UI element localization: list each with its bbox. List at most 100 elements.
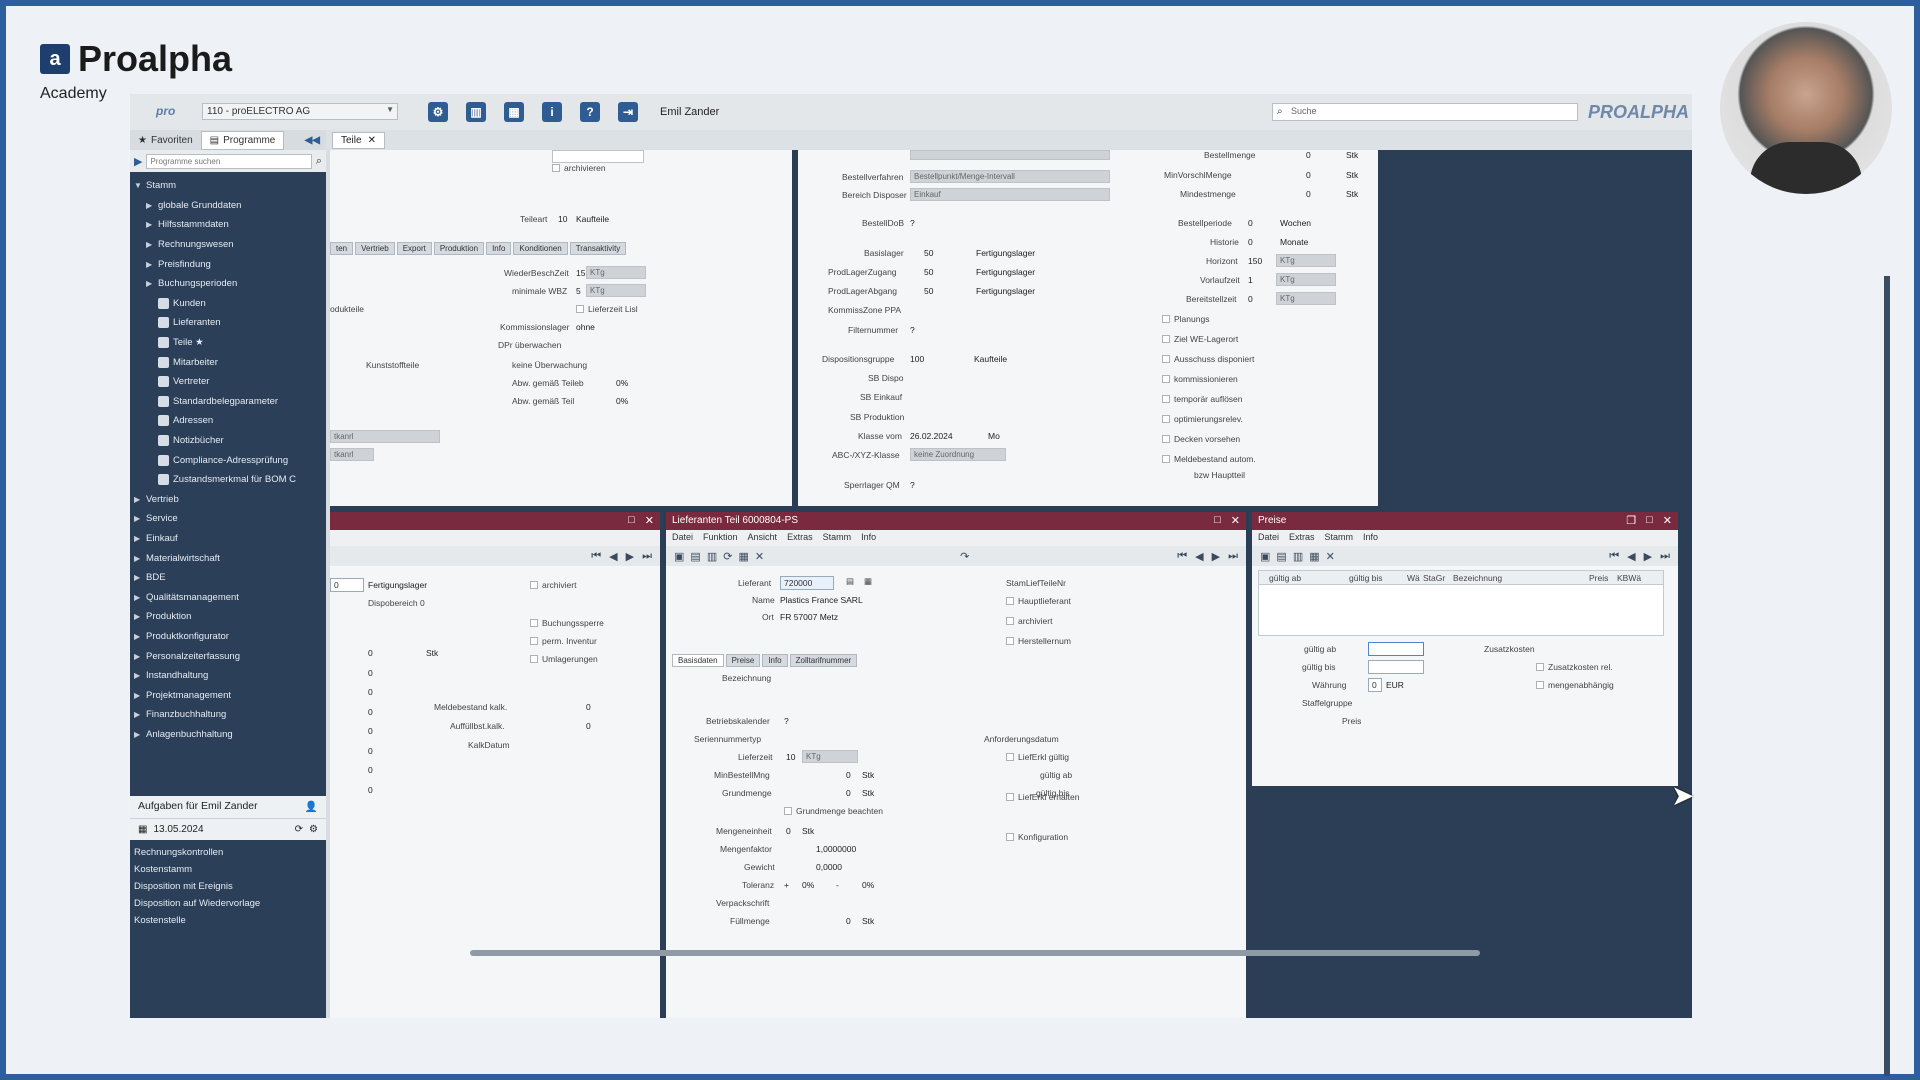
option-checkbox[interactable] <box>1006 833 1014 841</box>
sidebar-item[interactable]: Standardbelegparameter <box>130 392 326 412</box>
gueltig-bis-input[interactable] <box>1368 660 1424 674</box>
column-header[interactable]: Preis <box>1589 573 1608 583</box>
option-checkbox[interactable] <box>1162 455 1170 463</box>
subtab[interactable]: Transaktivity <box>569 242 627 255</box>
close-icon[interactable]: ✕ <box>645 514 654 527</box>
sidebar-item[interactable]: Kunden <box>130 294 326 314</box>
mengenabhaengig-checkbox[interactable] <box>1536 681 1544 689</box>
abw-teileb[interactable]: Abw. gemäß Teileb <box>512 378 584 388</box>
vertical-scrollbar[interactable] <box>1884 276 1890 1076</box>
archiviert-checkbox[interactable] <box>530 581 538 589</box>
exit-icon[interactable]: ⇥ <box>618 102 638 122</box>
option-checkbox[interactable] <box>1006 617 1014 625</box>
collapse-icon[interactable]: ◀◀ <box>305 135 320 146</box>
subtab[interactable]: Vertrieb <box>355 242 395 255</box>
option-checkbox[interactable] <box>1006 637 1014 645</box>
sidebar-item[interactable]: Mitarbeiter <box>130 352 326 372</box>
sidebar-item[interactable]: ▶ Instandhaltung <box>130 666 326 686</box>
subtab[interactable]: Produktion <box>433 242 485 255</box>
last-icon[interactable]: ⏭ <box>1660 550 1670 563</box>
sidebar-item[interactable]: ▶ Personalzeiterfassung <box>130 646 326 666</box>
lookup-icon[interactable]: ▤ <box>846 576 854 587</box>
menu-item[interactable]: Info <box>861 532 876 544</box>
prev-icon[interactable]: ◀ <box>1195 550 1203 563</box>
sidebar-item[interactable]: ▶ Rechnungswesen <box>130 235 326 255</box>
sidebar-item[interactable]: ▼ Stamm <box>130 176 326 196</box>
sidebar-item[interactable]: Zustandsmerkmal für BOM C <box>130 470 326 490</box>
buchungssperre-checkbox[interactable] <box>530 619 538 627</box>
prev-icon[interactable]: ◀ <box>609 550 617 563</box>
menu-item[interactable]: Ansicht <box>748 532 778 544</box>
sidebar-item[interactable]: ▶ Anlagenbuchhaltung <box>130 725 326 745</box>
grundmenge-checkbox[interactable] <box>784 807 792 815</box>
restore-icon[interactable]: ❐ <box>1626 514 1636 527</box>
program-search-input[interactable]: Programme suchen <box>146 153 312 169</box>
umlagerungen-checkbox[interactable] <box>530 655 538 663</box>
subtab[interactable]: Info <box>762 654 788 667</box>
task-item[interactable]: Disposition mit Ereignis <box>134 878 322 895</box>
next-icon[interactable]: ▶ <box>626 550 634 563</box>
column-header[interactable]: gültig bis <box>1349 573 1383 583</box>
sidebar-item[interactable]: ▶ Preisfindung <box>130 254 326 274</box>
sidebar-item[interactable]: ▶ globale Grunddaten <box>130 196 326 216</box>
sidebar-item[interactable]: ▶ Produktion <box>130 607 326 627</box>
tab-programme[interactable]: ▤ Programme <box>200 130 285 150</box>
next-icon[interactable]: ▶ <box>1644 550 1652 563</box>
option-checkbox[interactable] <box>1006 753 1014 761</box>
column-header[interactable]: KBWä <box>1617 573 1641 583</box>
sidebar-item[interactable]: Teile ★ <box>130 333 326 353</box>
column-header[interactable]: Wä <box>1407 573 1420 583</box>
save-icon[interactable]: ▥ <box>707 550 717 563</box>
gueltig-ab-input[interactable] <box>1368 642 1424 656</box>
help-icon[interactable]: ? <box>580 102 600 122</box>
play-icon[interactable]: ▶ <box>134 155 142 168</box>
keine-ueberwachung[interactable]: keine Überwachung <box>512 360 587 370</box>
column-header[interactable]: Bezeichnung <box>1453 573 1502 583</box>
sidebar-item[interactable]: ▶ Materialwirtschaft <box>130 548 326 568</box>
refresh-icon[interactable]: ⟳ <box>723 550 732 563</box>
menu-item[interactable]: Funktion <box>703 532 738 544</box>
menu-item[interactable]: Stamm <box>1325 532 1354 544</box>
sidebar-item[interactable]: Adressen <box>130 411 326 431</box>
subtab[interactable]: Info <box>486 242 512 255</box>
maximize-icon[interactable]: □ <box>628 514 635 527</box>
sidebar-item[interactable]: Lieferanten <box>130 313 326 333</box>
sidebar-item[interactable]: ▶ Service <box>130 509 326 529</box>
cancel-icon[interactable]: ✕ <box>1326 550 1335 563</box>
close-icon[interactable]: ✕ <box>368 135 376 146</box>
first-icon[interactable]: ⏮ <box>1609 550 1619 563</box>
menu-item[interactable]: Info <box>1363 532 1378 544</box>
archivieren-checkbox[interactable] <box>552 164 560 172</box>
sidebar-item[interactable]: ▶ Produktkonfigurator <box>130 627 326 647</box>
subtab[interactable]: ten <box>330 242 354 255</box>
open-icon[interactable]: ▤ <box>1276 550 1286 563</box>
option-checkbox[interactable] <box>1162 415 1170 423</box>
subtab[interactable]: Konditionen <box>513 242 568 255</box>
option-checkbox[interactable] <box>1162 335 1170 343</box>
delete-icon[interactable]: ▦ <box>738 550 748 563</box>
last-icon[interactable]: ⏭ <box>1228 550 1238 563</box>
option-checkbox[interactable] <box>1162 395 1170 403</box>
subtab[interactable]: Export <box>396 242 432 255</box>
columns-icon[interactable]: ▥ <box>466 102 486 122</box>
refresh-icon[interactable]: ⟳ <box>295 824 303 835</box>
column-header[interactable]: gültig ab <box>1269 573 1301 583</box>
option-checkbox[interactable] <box>1006 793 1014 801</box>
task-item[interactable]: Kostenstelle <box>134 912 322 929</box>
tab-favoriten[interactable]: ★ Favoriten <box>130 132 201 149</box>
sidebar-item[interactable]: Notizbücher <box>130 431 326 451</box>
cancel-icon[interactable]: ✕ <box>755 550 764 563</box>
waehrung-input[interactable]: 0 <box>1368 678 1382 692</box>
perm-inventur-checkbox[interactable] <box>530 637 538 645</box>
task-item[interactable]: Disposition auf Wiedervorlage <box>134 895 322 912</box>
task-item[interactable]: Rechnungskontrollen <box>134 844 322 861</box>
zusatzkosten-rel-checkbox[interactable] <box>1536 663 1544 671</box>
option-checkbox[interactable] <box>1162 435 1170 443</box>
menu-item[interactable]: Stamm <box>823 532 852 544</box>
menu-item[interactable]: Datei <box>1258 532 1279 544</box>
menu-item[interactable]: Extras <box>787 532 813 544</box>
sidebar-item[interactable]: Compliance-Adressprüfung <box>130 450 326 470</box>
option-checkbox[interactable] <box>1162 375 1170 383</box>
delete-icon[interactable]: ▦ <box>1309 550 1319 563</box>
task-item[interactable]: Kostenstamm <box>134 861 322 878</box>
